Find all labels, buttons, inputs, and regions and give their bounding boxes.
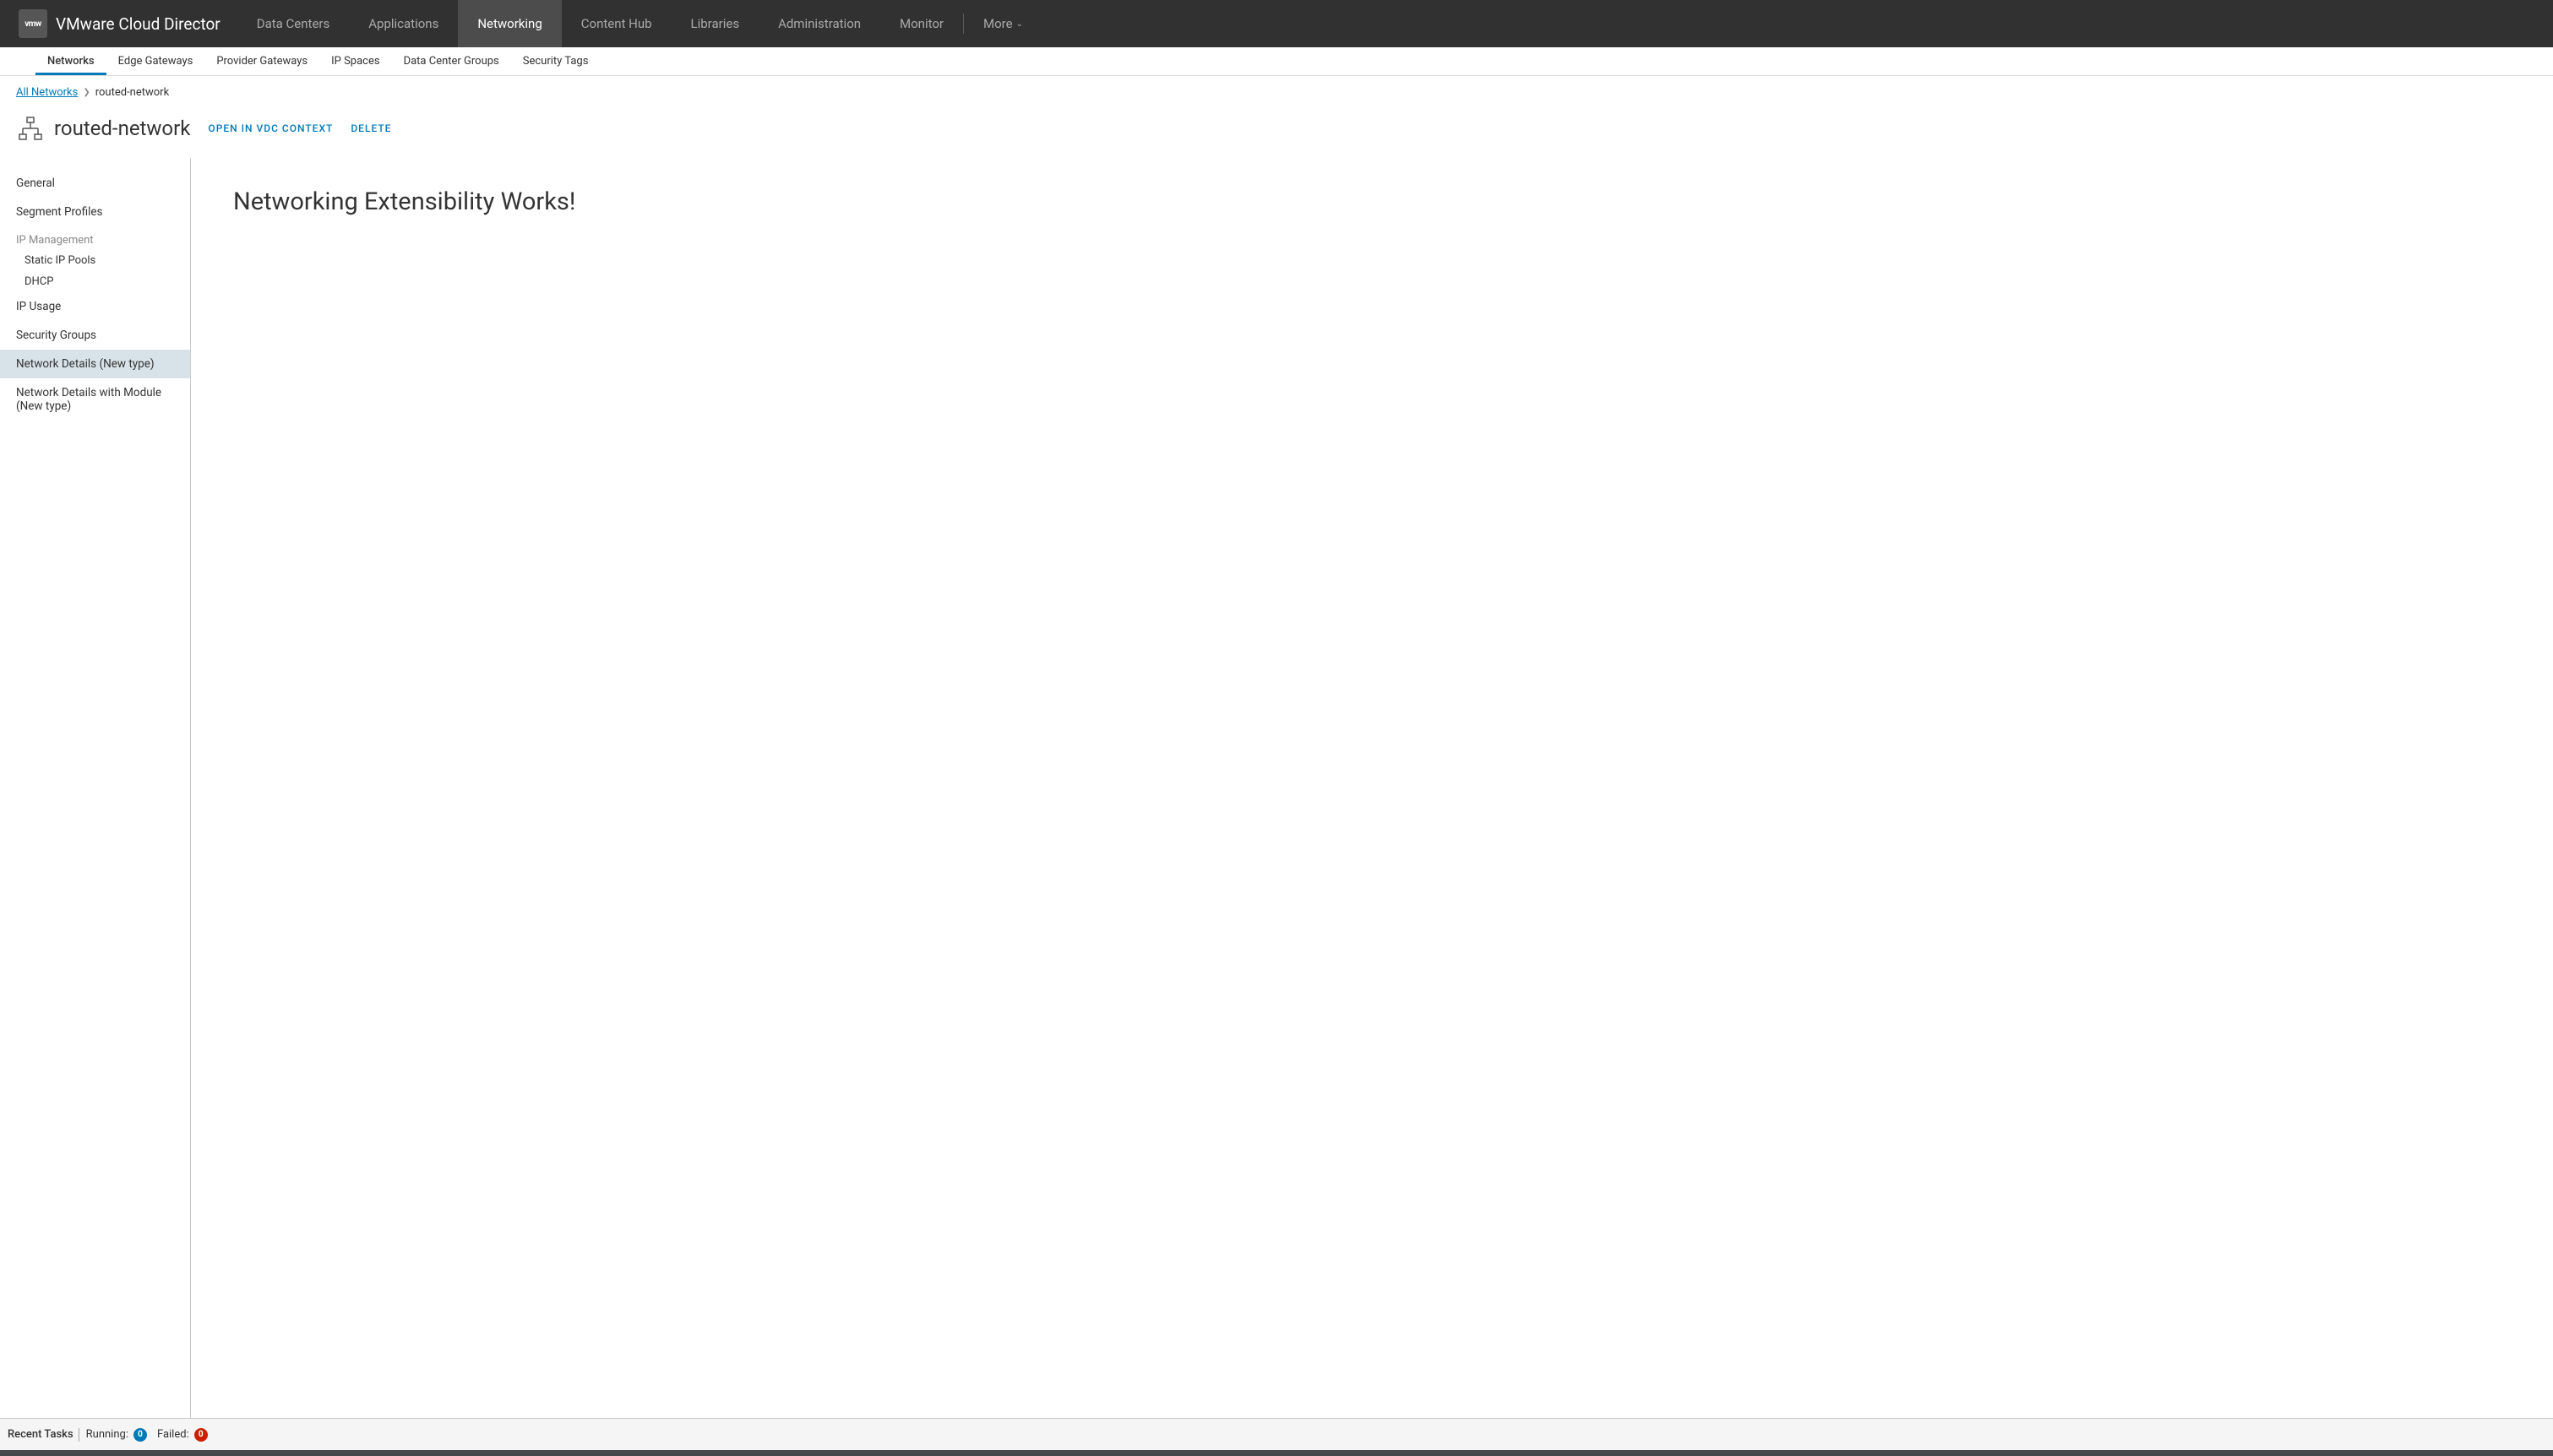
sidebar-network-details[interactable]: Network Details (New type) [0, 350, 190, 378]
nav-data-centers[interactable]: Data Centers [237, 0, 349, 47]
sidebar-dhcp[interactable]: DHCP [0, 271, 190, 292]
content-heading: Networking Extensibility Works! [233, 187, 2511, 216]
subnav-provider-gateways[interactable]: Provider Gateways [204, 47, 319, 75]
content-area: General Segment Profiles IP Management S… [0, 158, 2553, 1418]
breadcrumb-separator-icon: ❯ [83, 88, 90, 97]
sub-nav: Networks Edge Gateways Provider Gateways… [0, 47, 2553, 76]
nav-more-label: More [983, 16, 1013, 31]
page-title: routed-network [54, 117, 190, 140]
sidebar-security-groups[interactable]: Security Groups [0, 321, 190, 350]
subnav-data-center-groups[interactable]: Data Center Groups [392, 47, 511, 75]
vmware-logo: vmw [19, 9, 47, 38]
nav-libraries[interactable]: Libraries [672, 0, 759, 47]
footer-bar: Recent Tasks Running: 0 Failed: 0 [0, 1418, 2553, 1450]
page-header: routed-network OPEN IN VDC CONTEXT DELET… [0, 99, 2553, 158]
subnav-security-tags[interactable]: Security Tags [511, 47, 601, 75]
sidebar-network-details-module[interactable]: Network Details with Module (New type) [0, 378, 190, 421]
bottom-strip [0, 1450, 2553, 1456]
nav-monitor[interactable]: Monitor [880, 0, 963, 47]
main-content: Networking Extensibility Works! [191, 158, 2553, 1418]
footer-recent-tasks[interactable]: Recent Tasks [8, 1428, 73, 1441]
sidebar: General Segment Profiles IP Management S… [0, 158, 191, 1418]
footer-failed-label: Failed: [157, 1428, 189, 1441]
footer-running-count: 0 [133, 1428, 147, 1442]
breadcrumb-current: routed-network [95, 86, 169, 99]
subnav-networks[interactable]: Networks [35, 47, 106, 75]
network-icon [16, 114, 45, 143]
top-nav-items: Data Centers Applications Networking Con… [237, 0, 1042, 47]
nav-applications[interactable]: Applications [349, 0, 458, 47]
footer-failed-count: 0 [194, 1428, 208, 1442]
footer-running-label: Running: [86, 1428, 128, 1441]
breadcrumb-all-networks[interactable]: All Networks [16, 86, 78, 99]
nav-content-hub[interactable]: Content Hub [562, 0, 672, 47]
sidebar-static-ip-pools[interactable]: Static IP Pools [0, 250, 190, 271]
chevron-down-icon: ⌄ [1016, 19, 1023, 29]
breadcrumb: All Networks ❯ routed-network [0, 76, 2553, 99]
subnav-edge-gateways[interactable]: Edge Gateways [106, 47, 205, 75]
nav-networking[interactable]: Networking [458, 0, 561, 47]
sidebar-segment-profiles[interactable]: Segment Profiles [0, 198, 190, 226]
delete-button[interactable]: DELETE [351, 122, 391, 134]
nav-more[interactable]: More ⌄ [964, 0, 1042, 47]
sidebar-general[interactable]: General [0, 169, 190, 198]
subnav-ip-spaces[interactable]: IP Spaces [319, 47, 391, 75]
sidebar-ip-management-label: IP Management [0, 226, 190, 250]
nav-administration[interactable]: Administration [759, 0, 880, 47]
top-nav: vmw VMware Cloud Director Data Centers A… [0, 0, 2553, 47]
open-in-vdc-context-button[interactable]: OPEN IN VDC CONTEXT [208, 122, 333, 134]
brand-title: VMware Cloud Director [56, 14, 220, 34]
sidebar-ip-usage[interactable]: IP Usage [0, 292, 190, 321]
